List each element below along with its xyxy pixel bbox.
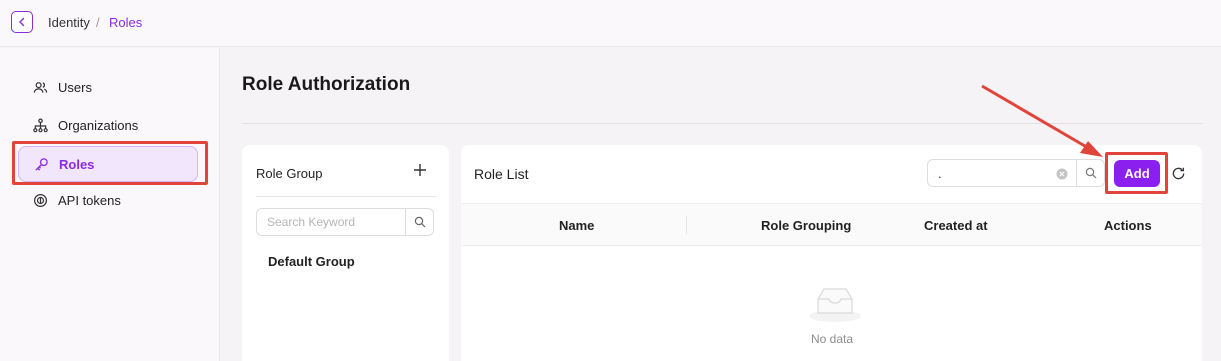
refresh-icon[interactable]	[1169, 164, 1187, 182]
sidebar-item-label: Organizations	[58, 117, 139, 133]
divider	[242, 123, 1202, 124]
column-header-created-at: Created at	[924, 218, 988, 233]
column-header-role-grouping: Role Grouping	[761, 218, 852, 233]
search-icon	[1085, 167, 1096, 179]
sidebar-item-label: Users	[58, 79, 92, 95]
column-header-actions: Actions	[1104, 218, 1152, 233]
role-search-button[interactable]	[1077, 159, 1105, 187]
add-group-icon[interactable]	[412, 162, 428, 178]
sidebar-item-organizations[interactable]: Organizations	[18, 107, 198, 143]
role-group-title: Role Group	[256, 166, 323, 181]
column-header-name: Name	[559, 218, 595, 233]
add-highlight-box	[1105, 152, 1168, 194]
clear-icon[interactable]	[1056, 167, 1068, 180]
token-icon	[32, 192, 48, 208]
breadcrumb-roles: Roles	[109, 15, 143, 30]
group-item-default[interactable]: Default Group	[268, 254, 355, 269]
breadcrumb-identity[interactable]: Identity	[48, 15, 90, 30]
search-icon	[414, 216, 425, 228]
chevron-left-icon	[19, 17, 25, 27]
sidebar-item-users[interactable]: Users	[18, 69, 198, 105]
roles-highlight-box	[12, 141, 208, 185]
role-list-title: Role List	[474, 166, 529, 182]
sidebar-item-api-tokens[interactable]: API tokens	[18, 182, 198, 218]
role-search-input[interactable]	[929, 161, 1049, 185]
divider	[256, 196, 436, 197]
column-separator	[686, 216, 687, 234]
org-tree-icon	[32, 117, 48, 133]
role-list-panel: Role List Add Name Role Grouping Created…	[461, 145, 1202, 361]
top-bar: Identity / Roles	[0, 0, 1221, 47]
sidebar-item-label: API tokens	[58, 192, 121, 208]
back-button[interactable]	[11, 11, 33, 33]
page-title: Role Authorization	[242, 74, 411, 95]
role-search-field	[927, 159, 1077, 187]
group-search-input[interactable]	[256, 208, 406, 236]
sidebar: Users Organizations Roles API tokens	[0, 48, 220, 361]
empty-state-text: No data	[811, 332, 854, 346]
users-icon	[32, 79, 48, 95]
breadcrumb-separator: /	[96, 15, 100, 30]
group-search-button[interactable]	[406, 208, 434, 236]
table-header: Name Role Grouping Created at Actions	[461, 203, 1202, 246]
empty-inbox-icon	[809, 288, 861, 322]
role-group-panel: Role Group Default Group	[242, 145, 449, 361]
